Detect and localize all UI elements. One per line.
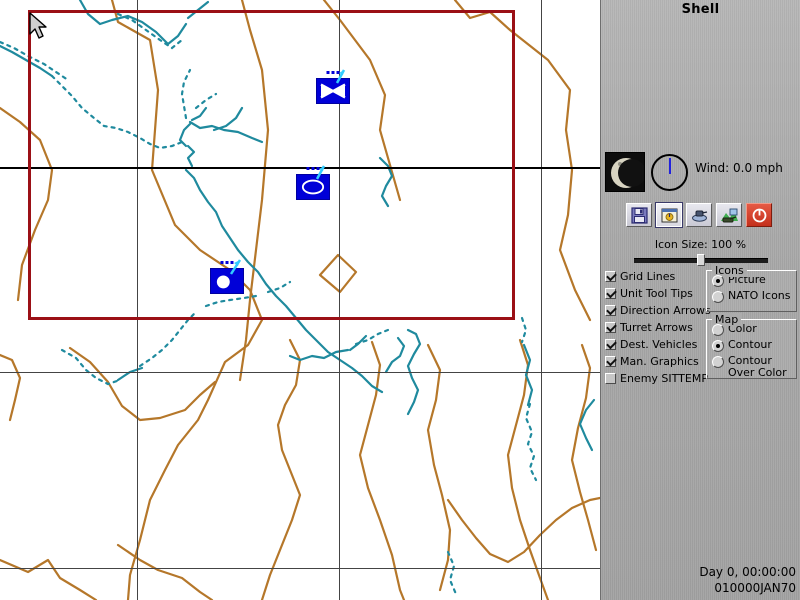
checkbox-box[interactable] [605,322,616,333]
direction-arrow-icon [225,259,243,277]
window-title: Shell [601,2,800,17]
display-option-checkbox-list: Grid Lines Unit Tool Tips Direction Arro… [605,268,705,387]
simulation-clock: Day 0, 00:00:00 [699,565,796,579]
radio-contour-over-color[interactable]: Contour Over Color [712,355,796,379]
map-unit-armor[interactable] [296,174,330,200]
floppy-disk-icon [631,207,648,224]
checkbox-grid-lines[interactable]: Grid Lines [605,268,705,285]
map-unit-recon[interactable] [316,78,350,104]
icon-size-slider[interactable] [634,254,768,266]
wind-needle [669,158,671,174]
main-toolbar [626,203,772,227]
briefing-window-icon [661,207,678,224]
checkbox-box[interactable] [605,305,616,316]
control-panel: Shell Wind: 0.0 mph [600,0,800,600]
unit-button[interactable] [686,203,712,227]
exit-button[interactable] [746,203,772,227]
radio-button[interactable] [712,324,724,336]
checkbox-man-graphics[interactable]: Man. Graphics [605,353,705,370]
checkbox-box[interactable] [605,288,616,299]
radio-button[interactable] [712,291,724,303]
slider-thumb[interactable] [697,254,705,266]
map-terrain [0,0,600,600]
radio-nato-icons[interactable]: NATO Icons [712,290,796,303]
checkbox-box[interactable] [605,373,616,384]
map-view[interactable] [0,0,600,600]
save-button[interactable] [626,203,652,227]
checkbox-box[interactable] [605,356,616,367]
checkbox-unit-tool-tips[interactable]: Unit Tool Tips [605,285,705,302]
power-off-icon [752,208,767,223]
briefing-button[interactable] [656,203,682,227]
radio-button[interactable] [712,340,724,352]
radio-contour[interactable]: Contour [712,339,796,352]
map-radio-group: Map Color Contour Contour Over Color [706,319,797,379]
checkbox-box[interactable] [605,271,616,282]
checkbox-box[interactable] [605,339,616,350]
vehicle-icon [691,207,708,224]
checkbox-dest-vehicles[interactable]: Dest. Vehicles [605,336,705,353]
radio-button[interactable] [712,275,724,287]
simulation-datestamp: 010000JAN70 [714,581,796,595]
application-window: Shell Wind: 0.0 mph [0,0,800,600]
icon-size-label: Icon Size: 100 % [601,238,800,251]
direction-arrow-icon [331,69,347,87]
weather-readout: Wind: 0.0 mph [605,152,797,194]
checkbox-direction-arrows[interactable]: Direction Arrows [605,302,705,319]
checkbox-turret-arrows[interactable]: Turret Arrows [605,319,705,336]
terrain-tank-icon [721,207,738,224]
wind-direction-dial-icon [651,154,688,191]
terrain-button[interactable] [716,203,742,227]
checkbox-enemy-sittemp[interactable]: Enemy SITTEMP [605,370,705,387]
moon-phase-icon [605,152,645,192]
icons-radio-group: Icons Picture NATO Icons [706,270,797,312]
radio-button[interactable] [712,356,724,368]
direction-arrow-icon [311,165,327,183]
map-unit-mech[interactable] [210,268,244,294]
wind-speed-label: Wind: 0.0 mph [695,161,783,175]
